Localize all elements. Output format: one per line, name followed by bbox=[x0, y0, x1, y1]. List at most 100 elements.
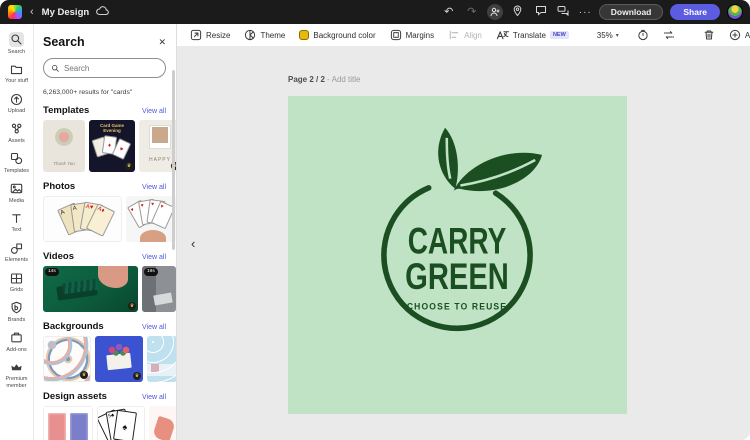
premium-crown-badge: ♛ bbox=[125, 162, 133, 170]
results-count: 6,263,000+ results for "cards" bbox=[43, 89, 166, 96]
align-button[interactable]: Align bbox=[448, 29, 482, 41]
template-thumbnail-thank-you[interactable]: Thank You bbox=[43, 120, 85, 172]
undo-icon[interactable]: ↶ bbox=[441, 7, 457, 18]
template-thumbnail-card-game[interactable]: Card Game Evening ♦ ♥ ♛ bbox=[89, 120, 135, 172]
resize-button[interactable]: Resize bbox=[190, 29, 230, 41]
chevron-down-icon: ▾ bbox=[616, 32, 619, 39]
left-sidebar: Search Your stuff Upload Assets Template… bbox=[0, 24, 34, 440]
align-icon bbox=[448, 29, 460, 41]
asset-thumbnail-card-backs[interactable]: ♛ bbox=[43, 406, 93, 440]
close-icon[interactable]: ✕ bbox=[158, 37, 166, 48]
margins-icon bbox=[390, 29, 402, 41]
add-ons-icon bbox=[9, 330, 24, 345]
brands-icon bbox=[9, 300, 24, 315]
top-bar: ‹ My Design ↶ ↷ ··· Download Share bbox=[0, 0, 750, 24]
view-all-design-assets-link[interactable]: View all bbox=[142, 394, 166, 401]
page-timing-button[interactable] bbox=[637, 29, 649, 41]
asset-thumbnail-partial[interactable] bbox=[149, 406, 177, 440]
view-all-photos-link[interactable]: View all bbox=[142, 184, 166, 191]
premium-crown-badge: ♛ bbox=[80, 371, 88, 379]
sidebar-item-media[interactable]: Media bbox=[0, 178, 34, 208]
logo-tagline: CHOOSE TO REUSE bbox=[407, 302, 507, 312]
folder-icon bbox=[9, 62, 24, 77]
templates-thumbnails: Thank You Card Game Evening ♦ ♥ ♛ HAPPY … bbox=[43, 120, 166, 172]
theme-button[interactable]: Theme bbox=[244, 29, 285, 41]
sidebar-item-upload[interactable]: Upload bbox=[0, 89, 34, 119]
sidebar-item-add-ons[interactable]: Add-ons bbox=[0, 327, 34, 357]
download-button[interactable]: Download bbox=[599, 4, 664, 21]
text-icon bbox=[9, 211, 24, 226]
adobe-express-app: ‹ My Design ↶ ↷ ··· Download Share Searc… bbox=[0, 0, 750, 440]
page-title-placeholder[interactable]: - Add title bbox=[327, 75, 360, 84]
add-page-button[interactable]: Add bbox=[729, 29, 750, 41]
view-all-backgrounds-link[interactable]: View all bbox=[142, 324, 166, 331]
add-icon bbox=[729, 29, 741, 41]
section-title-videos: Videos bbox=[43, 251, 74, 262]
background-thumbnail-envelope-flowers[interactable]: ♛ bbox=[95, 336, 143, 382]
section-title-templates: Templates bbox=[43, 105, 89, 116]
more-options-icon[interactable]: ··· bbox=[579, 7, 592, 18]
search-input-box[interactable] bbox=[43, 58, 166, 78]
translate-button[interactable]: Translate NEW bbox=[496, 29, 569, 41]
premium-crown-icon bbox=[9, 360, 24, 375]
design-canvas-page[interactable]: CARRY GREEN CHOOSE TO REUSE bbox=[288, 96, 627, 414]
search-icon bbox=[9, 32, 24, 47]
search-input[interactable] bbox=[64, 64, 158, 73]
section-title-design-assets: Design assets bbox=[43, 391, 107, 402]
margins-button[interactable]: Margins bbox=[390, 29, 434, 41]
templates-icon bbox=[9, 151, 24, 166]
add-collaborator-icon[interactable] bbox=[487, 4, 503, 20]
zoom-level-dropdown[interactable]: 35% ▾ bbox=[597, 31, 619, 40]
sidebar-item-brands[interactable]: Brands bbox=[0, 297, 34, 327]
video-thumbnail-laptop[interactable]: 19s bbox=[142, 266, 176, 312]
sidebar-item-search[interactable]: Search bbox=[0, 29, 34, 59]
feedback-chat-icon[interactable] bbox=[556, 5, 572, 19]
back-chevron-icon[interactable]: ‹ bbox=[29, 7, 35, 18]
premium-crown-badge: ♛ bbox=[133, 372, 141, 380]
search-icon bbox=[51, 64, 60, 73]
collapse-panel-icon[interactable]: ‹ bbox=[191, 236, 195, 251]
share-button[interactable]: Share bbox=[670, 4, 720, 20]
delete-page-button[interactable] bbox=[703, 29, 715, 41]
trash-icon bbox=[703, 29, 715, 41]
video-thumbnail-card-table[interactable]: 14s ♛ bbox=[43, 266, 138, 312]
canvas-workspace: ‹ Page 2 / 2 - Add title CARRY bbox=[177, 46, 750, 440]
view-all-templates-link[interactable]: View all bbox=[142, 108, 166, 115]
view-all-videos-link[interactable]: View all bbox=[142, 254, 166, 261]
reorder-pages-icon bbox=[663, 29, 675, 41]
document-title[interactable]: My Design bbox=[42, 7, 90, 18]
sidebar-item-premium-member[interactable]: Premium member bbox=[0, 357, 34, 393]
adobe-express-logo-icon[interactable] bbox=[8, 5, 22, 19]
backgrounds-thumbnails: ♛ ♛ bbox=[43, 336, 166, 382]
page-label: Page 2 / 2 - Add title bbox=[288, 75, 361, 84]
user-avatar[interactable] bbox=[727, 4, 743, 20]
asset-thumbnail-spade-fan[interactable]: 5♣ ♠ bbox=[97, 406, 145, 440]
video-duration-badge: 14s bbox=[45, 268, 59, 276]
photo-thumbnail-aces[interactable]: A A A♥ A♦ bbox=[43, 196, 122, 242]
sidebar-item-text[interactable]: Text bbox=[0, 208, 34, 238]
grids-icon bbox=[9, 271, 24, 286]
logo-line2: GREEN bbox=[405, 255, 509, 297]
photo-thumbnail-hand-cards[interactable]: ♥ ♥ ♥ ♥ bbox=[126, 196, 176, 242]
sidebar-item-elements[interactable]: Elements bbox=[0, 238, 34, 268]
location-pin-icon[interactable] bbox=[510, 5, 526, 20]
upload-icon bbox=[9, 92, 24, 107]
redo-icon[interactable]: ↷ bbox=[464, 7, 480, 18]
background-thumbnail-rainbows[interactable]: ♛ bbox=[43, 336, 91, 382]
panel-scrollbar[interactable] bbox=[172, 70, 175, 250]
elements-icon bbox=[9, 241, 24, 256]
resize-icon bbox=[190, 29, 202, 41]
sidebar-item-templates[interactable]: Templates bbox=[0, 148, 34, 178]
sidebar-item-grids[interactable]: Grids bbox=[0, 268, 34, 298]
background-thumbnail-winter[interactable] bbox=[147, 336, 177, 382]
video-duration-badge: 19s bbox=[144, 268, 158, 276]
search-panel: Search ✕ 6,263,000+ results for "cards" … bbox=[34, 24, 177, 440]
carry-green-logo[interactable]: CARRY GREEN CHOOSE TO REUSE bbox=[288, 96, 627, 414]
sidebar-item-assets[interactable]: Assets bbox=[0, 118, 34, 148]
background-color-button[interactable]: Background color bbox=[299, 30, 375, 40]
sidebar-item-your-stuff[interactable]: Your stuff bbox=[0, 59, 34, 89]
reorder-pages-button[interactable] bbox=[663, 29, 675, 41]
media-icon bbox=[9, 181, 24, 196]
photos-thumbnails: A A A♥ A♦ ♥ ♥ ♥ ♥ bbox=[43, 196, 166, 242]
comment-icon[interactable] bbox=[533, 5, 549, 19]
